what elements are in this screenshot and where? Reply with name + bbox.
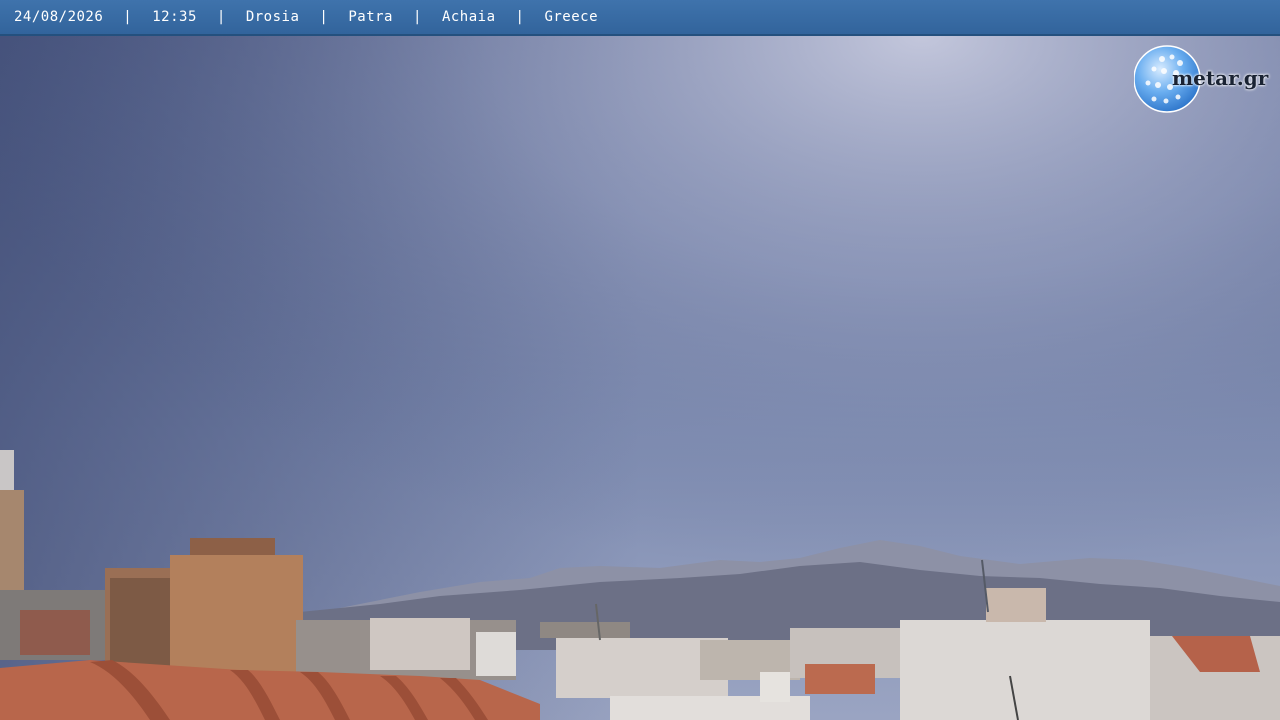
separator: | <box>413 9 422 25</box>
city-label: Patra <box>348 9 393 25</box>
logo-text: metar.gr <box>1172 66 1269 90</box>
separator: | <box>515 9 525 25</box>
separator: | <box>319 9 329 25</box>
webcam-info-bar: 24/08/2026 | 12:35 | Drosia | Patra | Ac… <box>0 0 1280 36</box>
date-label: 24/08/2026 <box>14 9 104 25</box>
time-label: 12:35 <box>152 9 197 25</box>
country-label: Greece <box>544 9 599 25</box>
separator: | <box>123 9 133 25</box>
separator: | <box>216 9 226 25</box>
left-tower <box>0 490 24 590</box>
place-label: Drosia <box>245 9 300 25</box>
webcam-scene <box>0 0 1280 720</box>
region-label: Achaia <box>441 9 496 25</box>
